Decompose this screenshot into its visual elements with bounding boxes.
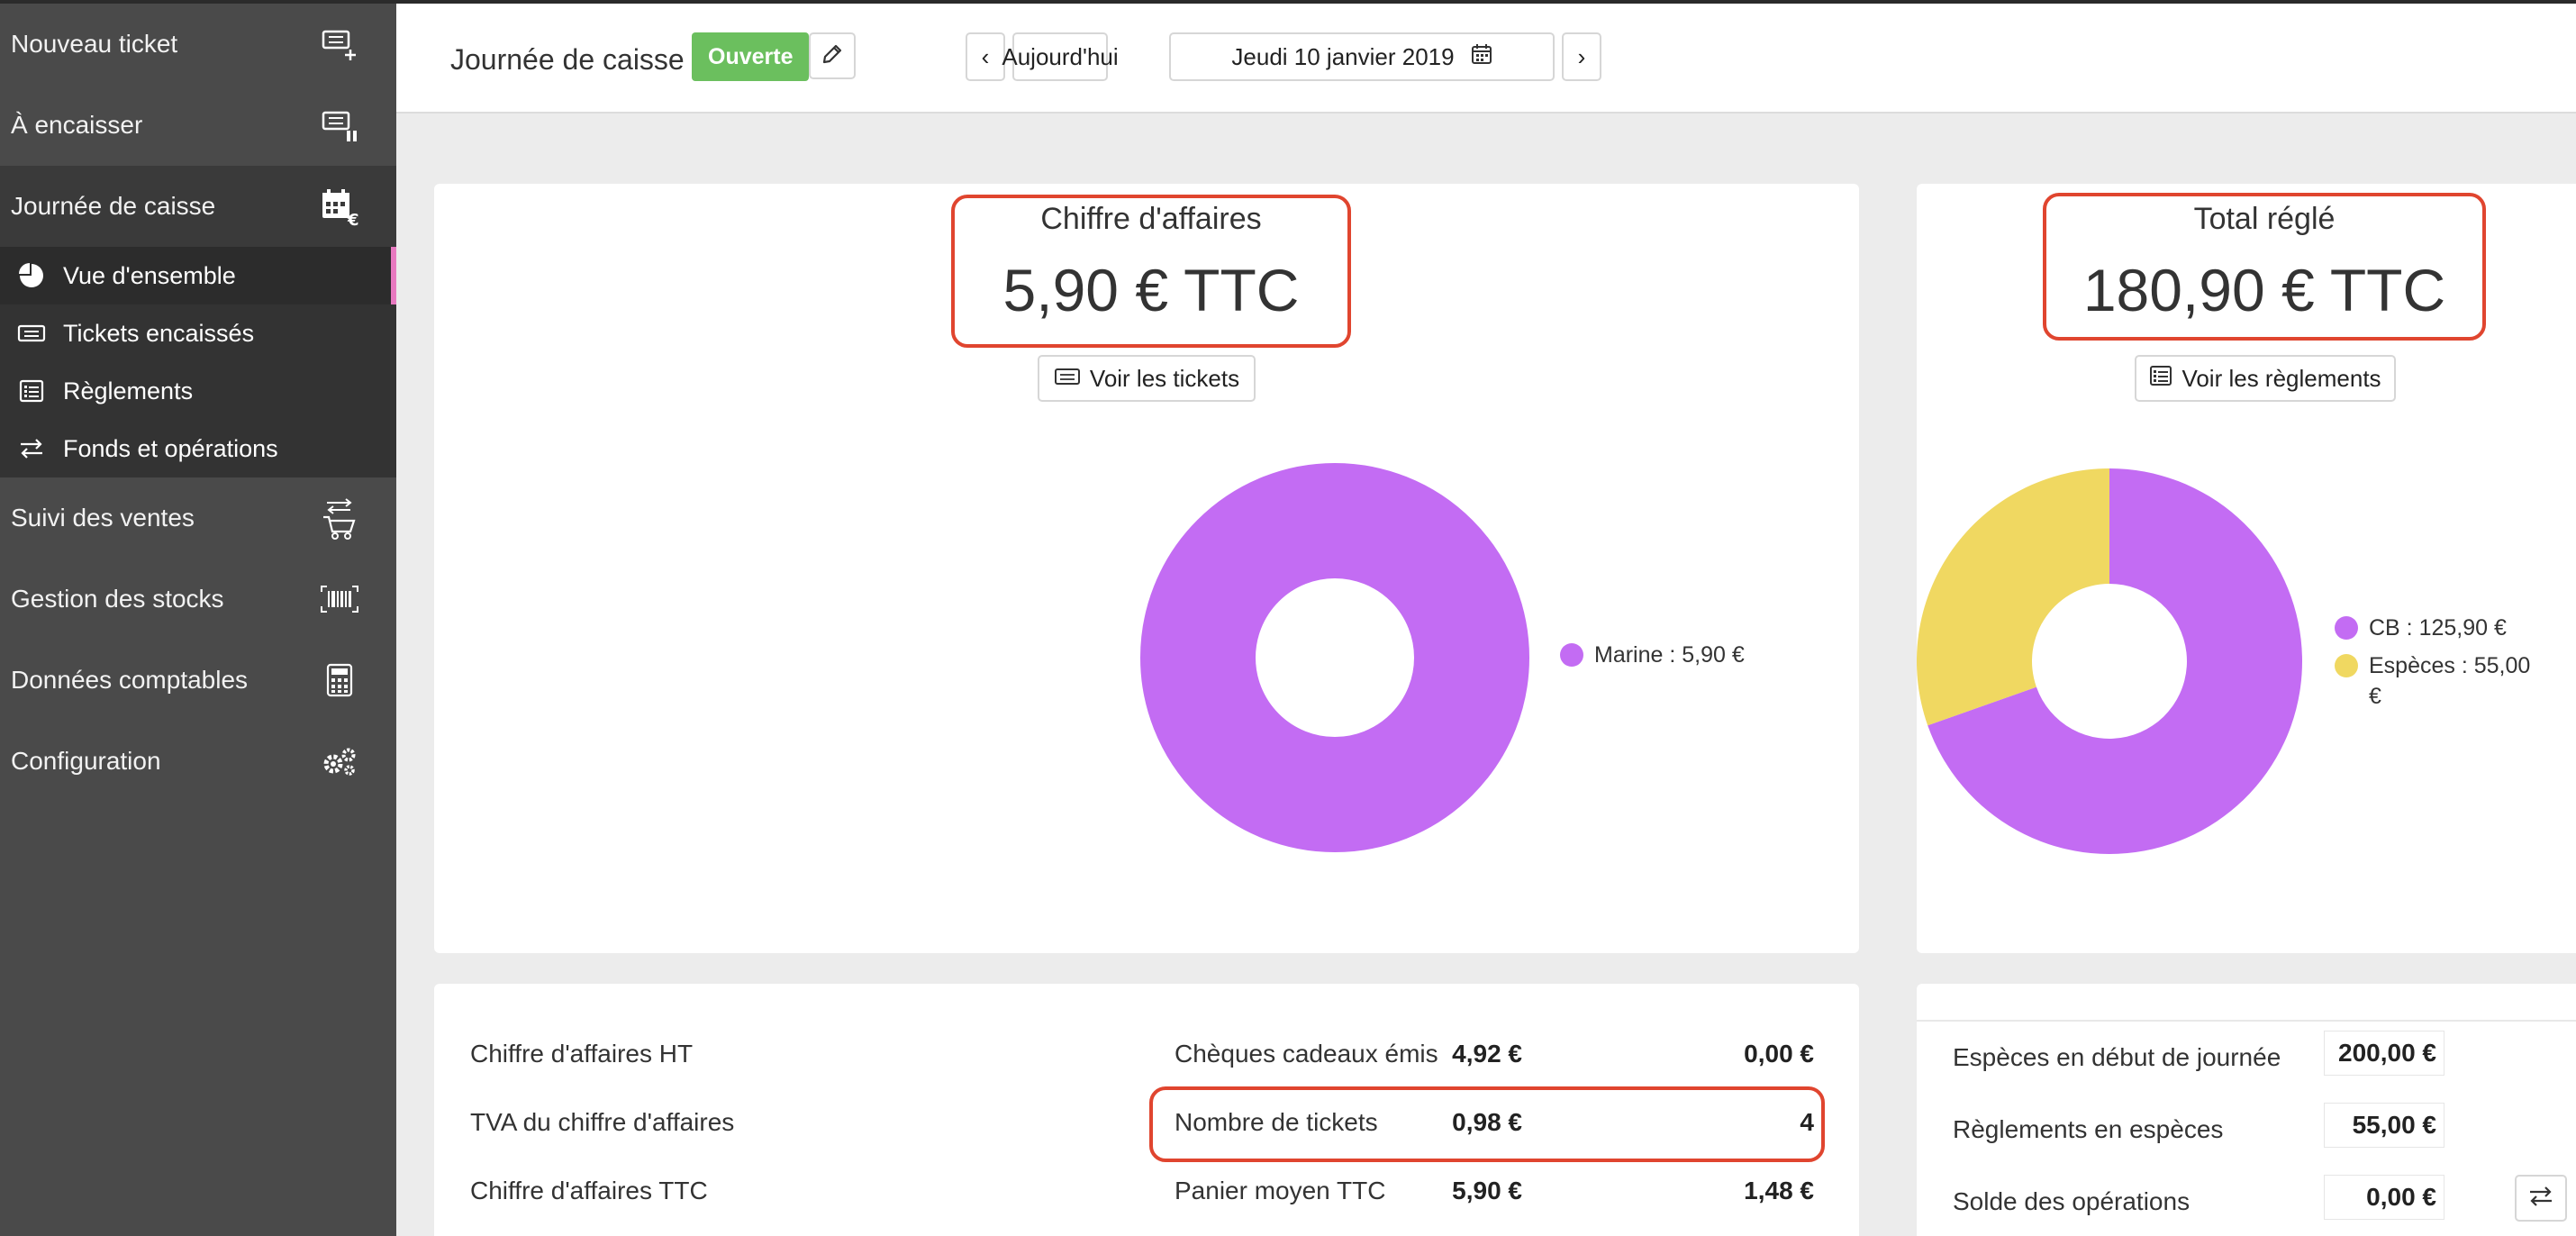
cash-card: Espèces en début de journée 200,00 € Règ… xyxy=(1917,984,2576,1236)
ticket-icon xyxy=(1054,365,1081,393)
sidebar-item-suivi-ventes[interactable]: Suivi des ventes xyxy=(0,477,396,559)
stat-value-nb-tickets: 4 xyxy=(1800,1108,1814,1136)
pie-chart-icon xyxy=(16,260,47,291)
legend-label: Marine : 5,90 € xyxy=(1594,642,1745,668)
legend-swatch xyxy=(1560,643,1583,667)
payments-value: 180,90 € TTC xyxy=(2082,257,2446,323)
gears-icon xyxy=(319,741,360,782)
payments-legend-item: CB : 125,90 € xyxy=(2335,613,2533,643)
page-header: Journée de caisse Ouverte ‹ Aujourd'hui … xyxy=(396,4,2576,114)
date-picker[interactable]: Jeudi 10 janvier 2019 xyxy=(1169,32,1555,81)
sidebar-item-a-encaisser[interactable]: À encaisser xyxy=(0,85,396,166)
revenue-legend-item: Marine : 5,90 € xyxy=(1560,640,1794,670)
status-badge: Ouverte xyxy=(692,32,810,81)
revenue-value: 5,90 € TTC xyxy=(1002,257,1300,323)
pie-slice-esp-ces[interactable] xyxy=(1917,468,2109,726)
sidebar-subitem-reglements[interactable]: Règlements xyxy=(0,362,396,420)
sidebar-item-gestion-stocks[interactable]: Gestion des stocks xyxy=(0,559,396,640)
divider xyxy=(1917,1020,2576,1022)
list-icon xyxy=(2149,365,2172,393)
next-day-button[interactable]: › xyxy=(1562,32,1601,81)
sidebar: Nouveau ticket À encaisser Journée de ca… xyxy=(0,4,396,1236)
operations-button[interactable] xyxy=(2515,1175,2567,1222)
view-payments-button[interactable]: Voir les règlements xyxy=(2135,355,2396,402)
swap-icon xyxy=(2527,1185,2554,1213)
revenue-title: Chiffre d'affaires xyxy=(1040,202,1262,236)
cart-icon xyxy=(319,497,360,540)
payments-legend-item: Espèces : 55,00 € xyxy=(2335,650,2533,712)
swap-icon xyxy=(16,433,47,464)
payments-legend: CB : 125,90 € Espèces : 55,00 € xyxy=(2335,613,2533,719)
payments-card: Total réglé 180,90 € TTC Voir les règlem… xyxy=(1917,184,2576,953)
prev-day-button[interactable]: ‹ xyxy=(966,32,1005,81)
stat-label-ca-ht: Chiffre d'affaires HT xyxy=(470,1040,694,1068)
ticket-pause-icon xyxy=(319,105,360,146)
cash-label-especes: Règlements en espèces xyxy=(1953,1115,2224,1143)
sidebar-item-journee-de-caisse[interactable]: Journée de caisse € xyxy=(0,166,396,247)
stat-value-panier: 1,48 € xyxy=(1744,1177,1814,1204)
revenue-pie-chart xyxy=(1140,463,1529,852)
revenue-legend: Marine : 5,90 € xyxy=(1560,640,1794,677)
legend-swatch xyxy=(2335,616,2358,640)
list-icon xyxy=(16,376,47,406)
stat-label-ca-ttc: Chiffre d'affaires TTC xyxy=(470,1177,708,1204)
stat-label-cheques: Chèques cadeaux émis xyxy=(1175,1040,1438,1068)
sidebar-item-configuration[interactable]: Configuration xyxy=(0,721,396,802)
stat-label-tva: TVA du chiffre d'affaires xyxy=(470,1108,735,1136)
ticket-add-icon xyxy=(319,23,360,65)
today-button[interactable]: Aujourd'hui xyxy=(1002,32,1119,81)
sidebar-subitem-tickets-encaisses[interactable]: Tickets encaissés xyxy=(0,304,396,362)
view-tickets-button[interactable]: Voir les tickets xyxy=(1038,355,1256,402)
edit-button[interactable] xyxy=(809,32,856,79)
sidebar-subnav: Vue d'ensemble Tickets encaissés Règleme… xyxy=(0,247,396,477)
calculator-icon xyxy=(319,659,360,701)
calendar-icon xyxy=(1471,43,1492,71)
stat-value-cheques: 0,00 € xyxy=(1744,1040,1814,1068)
cash-value-solde: 0,00 € xyxy=(2324,1175,2444,1220)
barcode-icon xyxy=(319,578,360,620)
sidebar-item-nouveau-ticket[interactable]: Nouveau ticket xyxy=(0,4,396,85)
date-label: Jeudi 10 janvier 2019 xyxy=(1231,42,1455,70)
cash-value-debut: 200,00 € xyxy=(2324,1031,2444,1076)
ticket-icon xyxy=(16,318,47,349)
cash-value-especes: 55,00 € xyxy=(2324,1103,2444,1148)
sidebar-subitem-fonds-operations[interactable]: Fonds et opérations xyxy=(0,420,396,477)
legend-swatch xyxy=(2335,654,2358,677)
payments-title: Total réglé xyxy=(2193,202,2336,236)
stat-label-nb-tickets: Nombre de tickets xyxy=(1175,1108,1378,1136)
pie-slice-marine[interactable] xyxy=(1140,463,1529,852)
calendar-euro-icon: € xyxy=(319,186,360,227)
page-title: Journée de caisse xyxy=(450,43,685,76)
cash-label-debut: Espèces en début de journée xyxy=(1953,1043,2281,1071)
stats-card: Chiffre d'affaires HT 4,92 € TVA du chif… xyxy=(434,984,1859,1236)
pencil-icon xyxy=(821,42,844,70)
legend-label: Espèces : 55,00 € xyxy=(2369,653,2531,709)
cash-label-solde: Solde des opérations xyxy=(1953,1187,2191,1215)
payments-pie-chart xyxy=(1917,468,2302,854)
legend-label: CB : 125,90 € xyxy=(2369,615,2507,641)
stat-label-panier: Panier moyen TTC xyxy=(1175,1177,1386,1204)
sidebar-subitem-vue-ensemble[interactable]: Vue d'ensemble xyxy=(0,247,396,304)
svg-text:€: € xyxy=(347,211,359,227)
sidebar-item-donnees-comptables[interactable]: Données comptables xyxy=(0,640,396,721)
revenue-card: Chiffre d'affaires 5,90 € TTC Voir les t… xyxy=(434,184,1859,953)
